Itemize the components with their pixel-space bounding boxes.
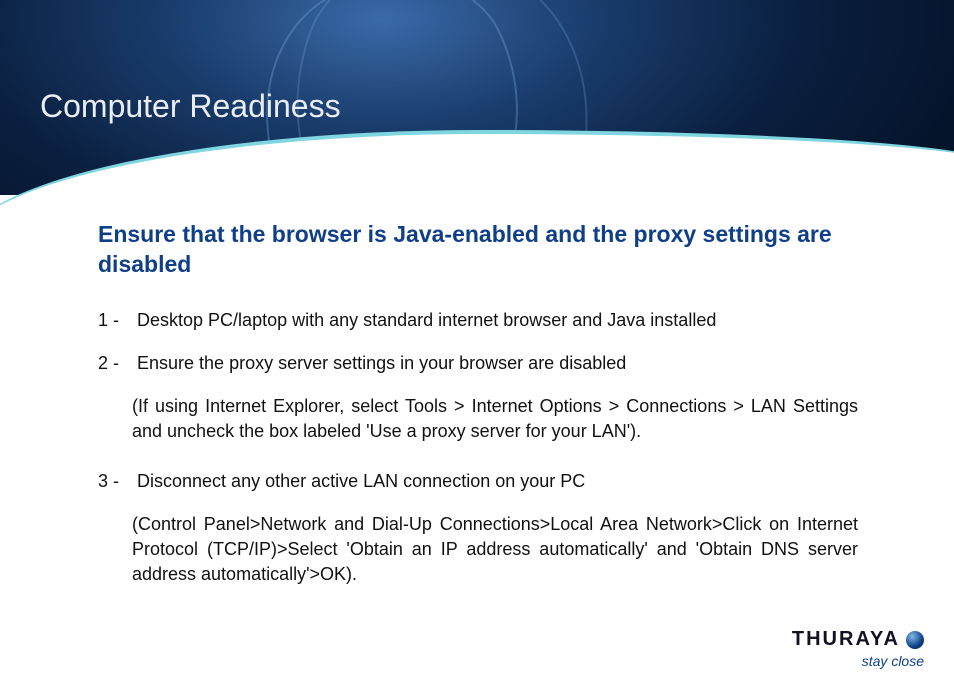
- list-item-text: Desktop PC/laptop with any standard inte…: [137, 308, 857, 333]
- list-item: 2 - Ensure the proxy server settings in …: [98, 351, 858, 376]
- list-item-number: 2 -: [98, 351, 132, 376]
- list-item-note: (Control Panel>Network and Dial-Up Conne…: [132, 512, 858, 588]
- list-item: 3 - Disconnect any other active LAN conn…: [98, 469, 858, 494]
- brand-tagline: stay close: [792, 653, 924, 669]
- content-area: Ensure that the browser is Java-enabled …: [98, 220, 858, 611]
- list-item-note: (If using Internet Explorer, select Tool…: [132, 394, 858, 444]
- content-subhead: Ensure that the browser is Java-enabled …: [98, 220, 858, 280]
- page-title: Computer Readiness: [40, 88, 341, 125]
- list-item-number: 1 -: [98, 308, 132, 333]
- brand-logo: THURAYA: [792, 628, 924, 651]
- list-item: 1 - Desktop PC/laptop with any standard …: [98, 308, 858, 333]
- globe-icon: [906, 631, 924, 649]
- list-item-text: Disconnect any other active LAN connecti…: [137, 469, 857, 494]
- list-item-text: Ensure the proxy server settings in your…: [137, 351, 857, 376]
- footer: THURAYA stay close: [792, 628, 924, 669]
- slide: Computer Readiness Ensure that the brows…: [0, 0, 954, 687]
- brand-name: THURAYA: [792, 628, 900, 651]
- list-item-number: 3 -: [98, 469, 132, 494]
